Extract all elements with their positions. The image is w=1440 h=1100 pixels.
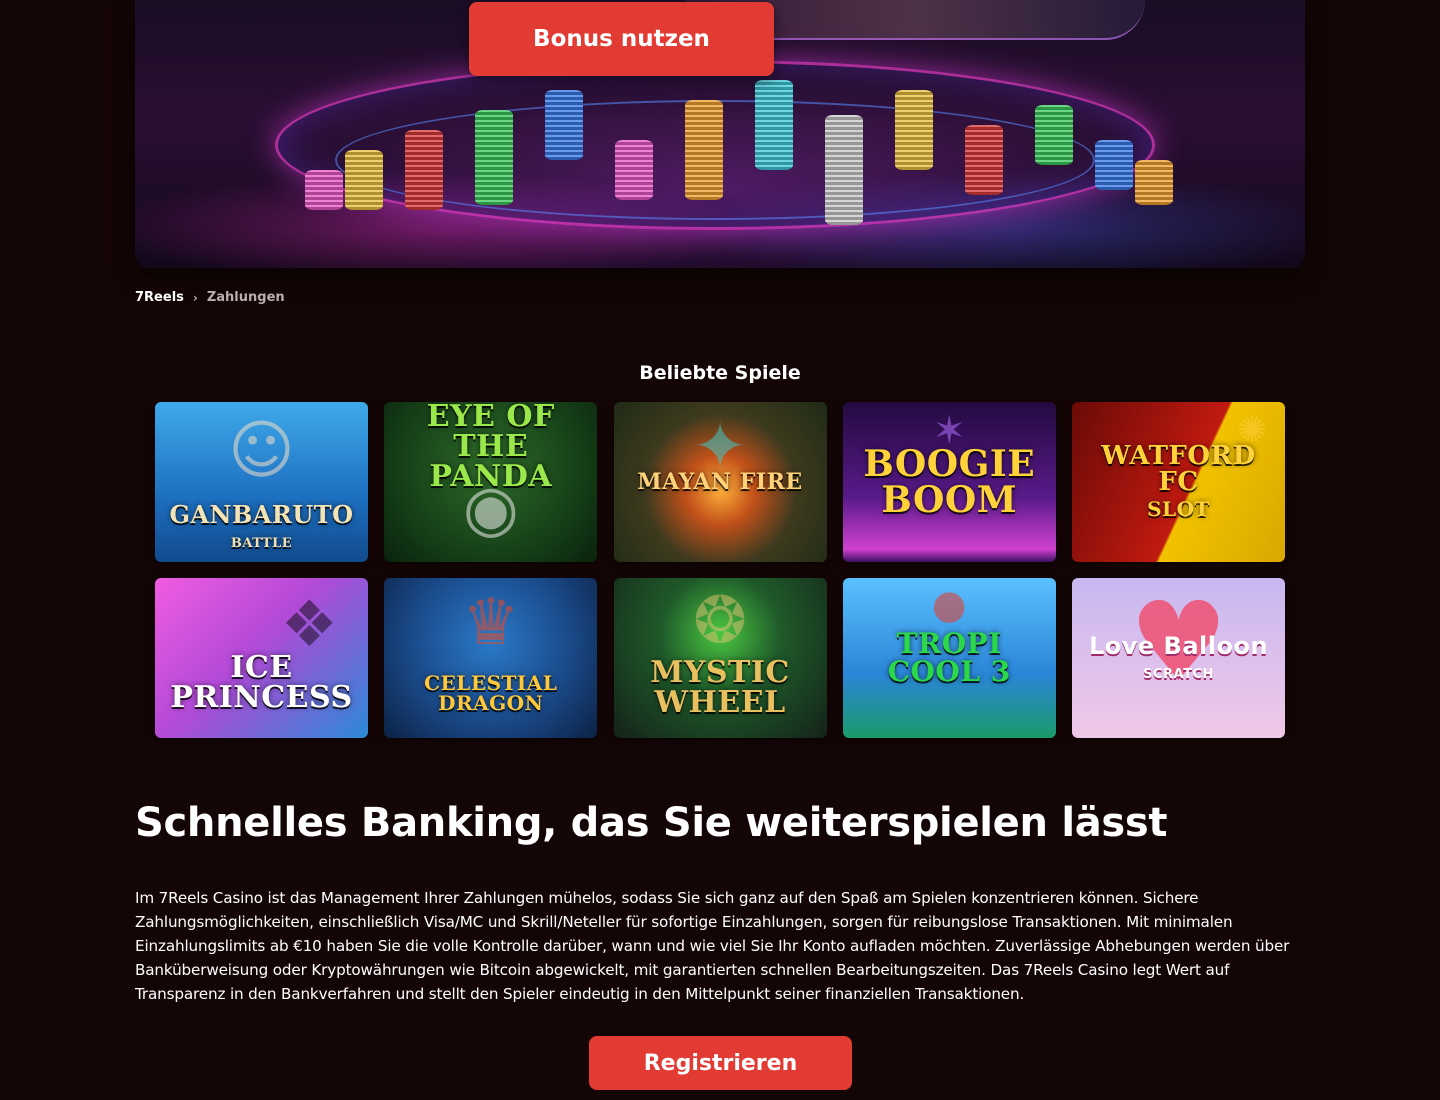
chip-stack	[1135, 160, 1173, 205]
chip-stack	[405, 130, 443, 210]
game-title: GANBARUTO	[169, 500, 354, 529]
chip-stack	[895, 90, 933, 170]
game-tile-celestial-dragon[interactable]: ♛ CELESTIAL DRAGON	[384, 578, 598, 738]
chip-stack	[545, 90, 583, 160]
chip-stack	[1035, 105, 1073, 165]
game-tile-mystic-wheel[interactable]: ❂ MYSTIC WHEEL	[613, 578, 827, 738]
game-subtitle: SLOT	[1147, 497, 1210, 521]
breadcrumb-current: Zahlungen	[206, 290, 285, 305]
wrestler-icon: ☺	[228, 414, 295, 488]
game-title: WATFORD FC	[1101, 441, 1256, 497]
game-title: MAYAN FIRE	[637, 469, 803, 495]
breadcrumb-separator: ›	[192, 290, 198, 305]
game-title: Love Balloon	[1088, 632, 1269, 660]
chip-stack	[475, 110, 513, 205]
games-grid: ☺ GANBARUTO BATTLE ◉ EYE OF THE PANDA ✦ …	[155, 402, 1285, 738]
breadcrumb: 7Reels › Zahlungen	[135, 290, 285, 305]
chip-stack	[615, 140, 653, 200]
chip-stack	[305, 170, 343, 210]
register-button[interactable]: Registrieren	[589, 1036, 852, 1090]
game-title: MYSTIC WHEEL	[650, 655, 790, 720]
game-tile-eye-of-the-panda[interactable]: ◉ EYE OF THE PANDA	[384, 402, 598, 562]
game-tile-watford-fc[interactable]: ✺ WATFORD FC SLOT	[1072, 402, 1285, 562]
popular-games-title: Beliebte Spiele	[639, 362, 801, 384]
article-body: Im 7Reels Casino ist das Management Ihre…	[135, 889, 1290, 1003]
chip-stack	[685, 100, 723, 200]
game-tile-tropi-cool-3[interactable]: ● TROPI COOL 3	[842, 578, 1056, 738]
dragon-icon: ♛	[462, 586, 520, 660]
game-title: BOOGIE BOOM	[863, 443, 1036, 521]
game-subtitle: SCRATCH	[1143, 667, 1214, 682]
hero-banner: Bonus nutzen	[135, 0, 1305, 268]
chip-stack	[965, 125, 1003, 195]
game-tile-ganbaruto[interactable]: ☺ GANBARUTO BATTLE	[155, 402, 368, 562]
bonus-button[interactable]: Bonus nutzen	[469, 2, 774, 76]
game-subtitle: BATTLE	[230, 536, 293, 551]
game-tile-boogie-boom[interactable]: ✶ BOOGIE BOOM	[842, 402, 1056, 562]
breadcrumb-home-link[interactable]: 7Reels	[135, 290, 184, 305]
wheel-icon: ❂	[693, 584, 747, 658]
game-title: EYE OF THE PANDA	[426, 402, 555, 494]
article-heading: Schnelles Banking, das Sie weiterspielen…	[135, 800, 1168, 846]
game-title: TROPI COOL 3	[887, 627, 1011, 688]
chip-stack	[1095, 140, 1133, 190]
chip-stack	[345, 150, 383, 210]
game-title: CELESTIAL DRAGON	[424, 671, 558, 715]
chip-stack	[755, 80, 793, 170]
game-tile-ice-princess[interactable]: ❖ ICE PRINCESS	[155, 578, 368, 738]
tropical-icon: ●	[931, 582, 967, 628]
game-title: ICE PRINCESS	[170, 650, 353, 715]
game-tile-mayan-fire[interactable]: ✦ MAYAN FIRE	[613, 402, 827, 562]
chip-stack	[825, 115, 863, 225]
game-tile-love-balloon[interactable]: ♥ Love Balloon SCRATCH	[1072, 578, 1285, 738]
